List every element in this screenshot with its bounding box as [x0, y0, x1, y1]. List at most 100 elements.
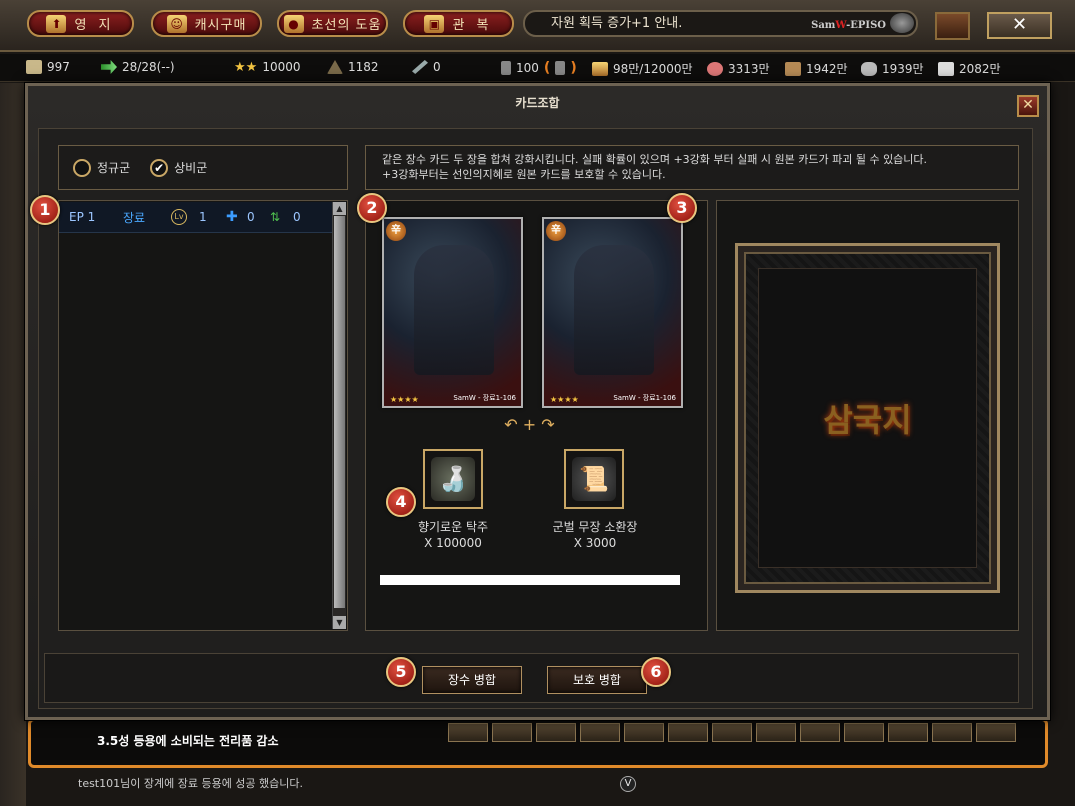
chat-line: test101님이 장계에 장료 등용에 성공 했습니다. — [78, 777, 304, 790]
resource-stars: ★★ 10000 — [234, 60, 301, 75]
item-label-wine: 향기로운 탁주 X 100000 — [417, 520, 489, 550]
resource-food: 3313만 — [707, 60, 770, 77]
resource-stone: 2082만 — [938, 60, 1001, 77]
general-merge-button[interactable]: 장수 병합 — [422, 666, 522, 694]
nav-button-territory[interactable]: ⬆ 영 지 — [27, 10, 134, 37]
resource-scroll: 997 — [26, 60, 70, 74]
quick-slot[interactable] — [668, 723, 708, 742]
tutorial-badge-3: 3 — [667, 193, 697, 223]
protect-merge-button[interactable]: 보호 병합 — [547, 666, 647, 694]
progress-fill — [380, 575, 680, 585]
quick-slot[interactable] — [580, 723, 620, 742]
tutorial-badge-5: 5 — [386, 657, 416, 687]
level-icon: Lv — [171, 209, 187, 225]
nav-button-official-robe[interactable]: ▣ 관 복 — [403, 10, 514, 37]
person-icon — [555, 61, 566, 75]
scroll-icon — [26, 60, 42, 74]
combine-slots-panel: 辛 ★★★★ SamW - 장료1-106 辛 ★★★★ SamW - 장료1-… — [365, 200, 708, 631]
general-face-icon — [890, 13, 914, 33]
card-tag: SamW - 장료1-106 — [613, 394, 676, 402]
nav-label: 관 복 — [452, 18, 493, 33]
merge-arrow-icon: ↶ + ↷ — [504, 415, 555, 434]
general-portrait — [414, 245, 494, 375]
resource-soldiers: 1182 — [327, 60, 379, 74]
card-combine-window: 카드조합 ✕ 정규군 ✔ 상비군 EP 1 장료 Lv 1 ✚ 0 ⇅ 0 ▲ … — [25, 83, 1050, 720]
item-label-summon: 군벌 무장 소환장 X 3000 — [552, 520, 638, 550]
combine-description: 같은 장수 카드 두 장을 합쳐 강화시킵니다. 실패 확률이 있으며 +3강화… — [365, 145, 1019, 190]
radio-unchecked-icon — [73, 158, 91, 177]
quick-slot[interactable] — [844, 723, 884, 742]
plus-icon: ✚ — [226, 209, 238, 225]
wine-jug-icon: 🍶 — [431, 457, 475, 501]
general-level: 1 — [199, 210, 207, 224]
arrow-icon — [101, 60, 117, 74]
resource-wood: 1942만 — [785, 60, 848, 77]
quick-slot[interactable] — [800, 723, 840, 742]
top-bar: ⬆ 영 지 ☺ 캐시구매 ● 초선의 도움 ▣ 관 복 자원 획득 증가+1 안… — [0, 0, 1075, 52]
card-slot-1[interactable]: 辛 ★★★★ SamW - 장료1-106 — [382, 217, 523, 408]
tab-regular-army[interactable]: 정규군 — [73, 158, 130, 177]
episode-label: EP 1 — [69, 210, 96, 224]
quick-slot[interactable] — [976, 723, 1016, 742]
result-card-back: 삼국지 — [735, 243, 1000, 593]
resource-action-points: 28/28(--) — [101, 60, 175, 74]
quick-slot[interactable] — [492, 723, 532, 742]
general-transfer: 0 — [293, 210, 301, 224]
card-slot-2[interactable]: 辛 ★★★★ SamW - 장료1-106 — [542, 217, 683, 408]
stone-icon — [938, 61, 954, 76]
portrait-button[interactable] — [935, 12, 970, 40]
quick-slot[interactable] — [536, 723, 576, 742]
iron-icon — [861, 61, 877, 76]
card-stars: ★★★★ — [390, 395, 419, 404]
list-scrollbar[interactable]: ▲ ▼ — [332, 202, 346, 629]
nav-label: 영 지 — [74, 18, 115, 33]
scroll-up-icon[interactable]: ▲ — [333, 202, 346, 215]
item-slot-summon[interactable]: 📜 — [564, 449, 624, 509]
list-item[interactable]: EP 1 장료 Lv 1 ✚ 0 ⇅ 0 — [59, 202, 332, 233]
card-stars: ★★★★ — [550, 395, 579, 404]
soldier-icon — [327, 60, 343, 74]
quick-slot[interactable] — [712, 723, 752, 742]
radio-checked-icon: ✔ — [150, 158, 169, 177]
chat-toggle-button[interactable]: V — [620, 776, 636, 792]
action-bar: 장수 병합 보호 병합 — [44, 653, 1019, 703]
nav-button-diaochan-help[interactable]: ● 초선의 도움 — [277, 10, 388, 37]
tutorial-badge-2: 2 — [357, 193, 387, 223]
resource-iron: 1939만 — [861, 60, 924, 77]
general-name: 장료 — [123, 210, 146, 225]
close-window-button[interactable]: ✕ — [1017, 95, 1039, 117]
card-tag: SamW - 장료1-106 — [453, 394, 516, 402]
item-slot-wine[interactable]: 🍶 — [423, 449, 483, 509]
quick-slot[interactable] — [756, 723, 796, 742]
quick-slot[interactable] — [448, 723, 488, 742]
resource-bar: 997 28/28(--) ★★ 10000 1182 0 100 ( ) 98… — [0, 54, 1075, 82]
notice-ticker[interactable]: 자원 획득 증가+1 안내. SamW-EPISO — [523, 10, 918, 37]
close-game-button[interactable]: ✕ — [987, 12, 1052, 39]
nav-button-cash-shop[interactable]: ☺ 캐시구매 — [151, 10, 262, 37]
quick-slot[interactable] — [932, 723, 972, 742]
gold-icon — [592, 61, 608, 76]
sword-icon — [412, 60, 428, 74]
card-emblem: 辛 — [386, 221, 406, 241]
general-portrait — [574, 245, 654, 375]
combine-progress-bar — [380, 575, 680, 585]
scroll-thumb[interactable] — [334, 216, 345, 608]
nav-label: 초선의 도움 — [311, 18, 382, 33]
quick-slot[interactable] — [888, 723, 928, 742]
tab-standing-army[interactable]: ✔ 상비군 — [150, 158, 207, 177]
quick-slot[interactable] — [624, 723, 664, 742]
quick-slots — [448, 723, 1016, 742]
scroll-down-icon[interactable]: ▼ — [333, 616, 346, 629]
swap-icon: ⇅ — [270, 210, 281, 224]
resource-population: 100 ( ) — [501, 60, 577, 76]
tutorial-badge-4: 4 — [386, 487, 416, 517]
merchant-icon: ☺ — [166, 14, 187, 33]
resource-gold: 98만/12000만 — [592, 60, 693, 77]
resource-weapons: 0 — [412, 60, 441, 74]
stars-icon: ★★ — [234, 60, 258, 75]
tutorial-badge-1: 1 — [30, 195, 60, 225]
tutorial-badge-6: 6 — [641, 657, 671, 687]
wood-icon — [785, 61, 801, 76]
general-enhance: 0 — [247, 210, 255, 224]
background-message: 3.5성 등용에 소비되는 전리품 감소 — [97, 734, 279, 748]
